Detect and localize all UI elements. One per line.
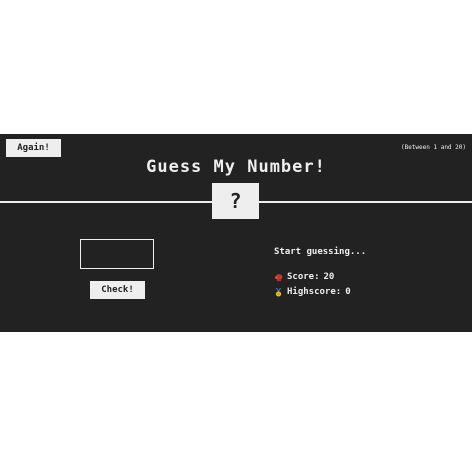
score-value: 20 [323, 272, 335, 282]
highscore-value: 0 [345, 287, 351, 297]
score-row: Score: 20 [274, 272, 334, 282]
score-label: Score: [287, 272, 320, 282]
status-message: Start guessing... [274, 247, 367, 257]
check-button[interactable]: Check! [90, 281, 145, 299]
guess-input[interactable] [80, 239, 154, 269]
page-title: Guess My Number! [146, 157, 326, 177]
highscore-label: Highscore: [287, 287, 342, 297]
again-button[interactable]: Again! [6, 139, 61, 157]
boxing-glove-icon [274, 273, 283, 282]
game-panel: Again! (Between 1 and 20) Guess My Numbe… [0, 134, 472, 332]
range-hint: (Between 1 and 20) [400, 144, 466, 151]
highscore-row: Highscore: 0 [274, 287, 351, 297]
secret-number-box: ? [212, 183, 259, 219]
medal-icon [274, 287, 283, 297]
